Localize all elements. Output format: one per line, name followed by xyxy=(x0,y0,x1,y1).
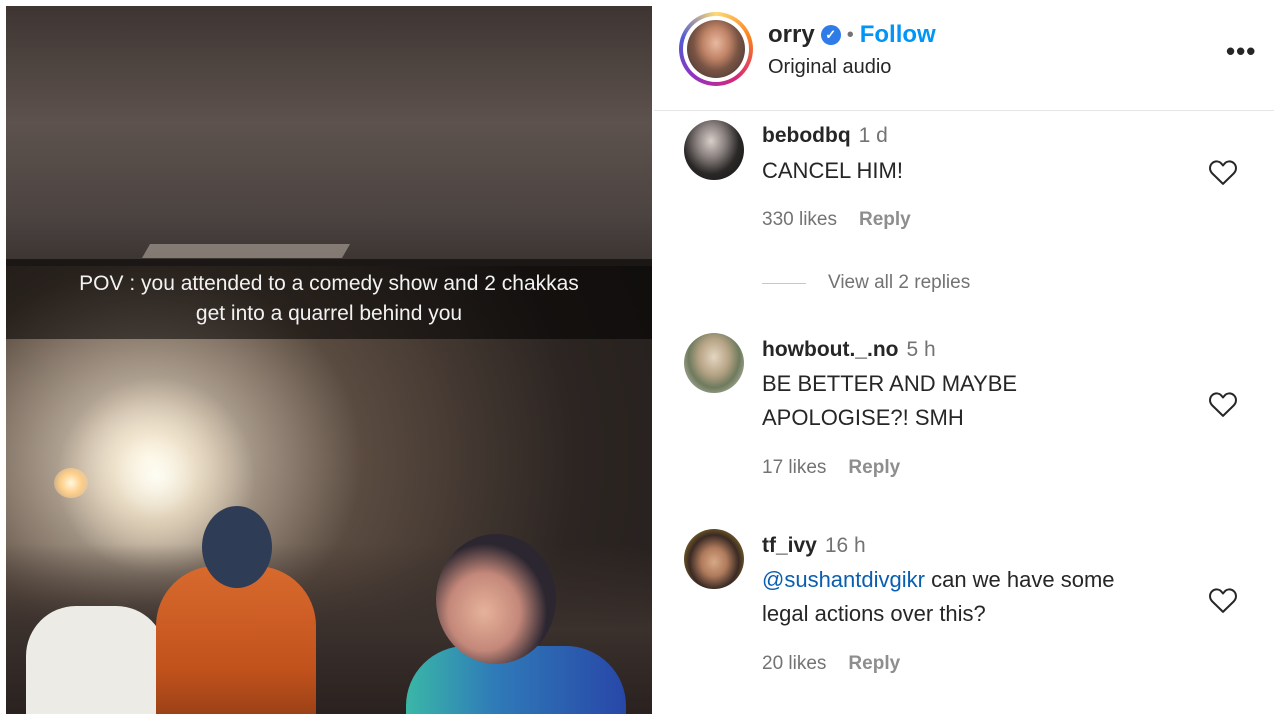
video-spotlight xyxy=(54,468,88,498)
comment-likes[interactable]: 20 likes xyxy=(762,653,826,674)
video-light-beam xyxy=(141,244,351,258)
reel-video[interactable]: POV : you attended to a comedy show and … xyxy=(6,6,652,714)
video-person-left xyxy=(26,606,166,714)
comment-text: @sushantdivgikr can we have some legal a… xyxy=(762,563,1212,631)
video-person-orange xyxy=(156,566,316,714)
heart-outline-icon[interactable] xyxy=(1208,586,1238,614)
comment-text-rest: can we have some xyxy=(924,567,1115,592)
comments-panel: orry ✓ • Follow Original audio ••• bebod… xyxy=(654,0,1280,720)
comment-avatar[interactable] xyxy=(684,529,744,589)
mention-link[interactable]: @sushantdivgikr xyxy=(762,567,925,592)
video-caption: POV : you attended to a comedy show and … xyxy=(6,259,652,339)
comment-meta: 20 likes Reply xyxy=(762,653,900,675)
comment-header: tf_ivy 16 h xyxy=(762,534,866,558)
comment-text-line-2: legal actions over this? xyxy=(762,601,986,626)
video-person-blue-head xyxy=(436,534,556,664)
caption-line-2: get into a quarrel behind you xyxy=(195,302,463,325)
caption-line-1: POV : you attended to a comedy show and … xyxy=(79,272,579,295)
comment-text-line-1: @sushantdivgikr can we have some xyxy=(762,563,1212,597)
video-person-orange-head xyxy=(202,506,272,588)
video-ceiling xyxy=(6,6,652,266)
comment-username[interactable]: tf_ivy xyxy=(762,534,817,557)
reply-button[interactable]: Reply xyxy=(848,653,900,674)
comment-item: tf_ivy 16 h @sushantdivgikr can we have s… xyxy=(654,0,1274,700)
comment-time: 16 h xyxy=(824,534,866,557)
